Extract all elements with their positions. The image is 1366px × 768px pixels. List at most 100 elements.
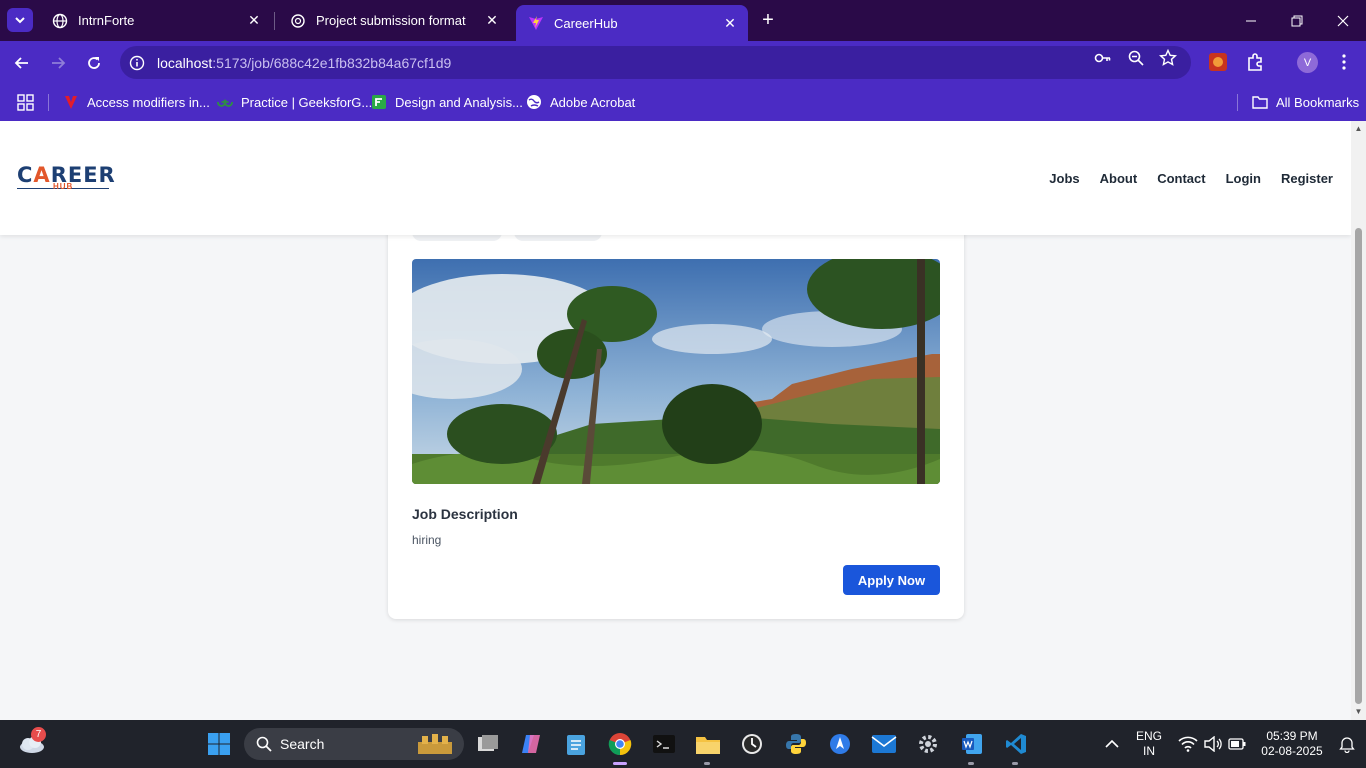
nav-register[interactable]: Register xyxy=(1281,171,1333,186)
windows-icon xyxy=(208,733,230,755)
more-vertical-icon[interactable] xyxy=(1333,51,1355,73)
bookmark-divider xyxy=(1237,94,1238,111)
copilot-icon xyxy=(522,735,540,753)
careerhub-logo[interactable]: CAREER HUB xyxy=(17,163,115,194)
search-icon xyxy=(256,736,272,752)
bookmark-label: Practice | GeeksforG... xyxy=(241,94,373,110)
logo-sub: HUB xyxy=(53,182,74,191)
chrome-icon xyxy=(608,733,632,756)
tab-careerhub[interactable]: CareerHub ✕ xyxy=(516,5,748,41)
site-info-icon[interactable] xyxy=(120,55,154,71)
arrow-left-icon xyxy=(14,57,28,69)
forward-button[interactable] xyxy=(43,48,73,78)
vscode-open-indicator xyxy=(1012,762,1018,765)
word-icon xyxy=(962,734,982,754)
bookmark-geeksforgeeks[interactable]: Practice | GeeksforG... xyxy=(217,92,372,112)
bookmark-adobe-acrobat[interactable]: Adobe Acrobat xyxy=(526,92,635,112)
app-store-app[interactable] xyxy=(824,728,856,760)
python-app[interactable] xyxy=(780,728,812,760)
show-hidden-icons-button[interactable] xyxy=(1096,728,1128,760)
notepad-app[interactable] xyxy=(560,728,592,760)
mail-app[interactable] xyxy=(868,728,900,760)
tab-title: CareerHub xyxy=(554,15,618,31)
site-header: CAREER HUB Jobs About Contact Login Regi… xyxy=(0,121,1351,235)
file-explorer-app[interactable] xyxy=(692,728,724,760)
tab-divider xyxy=(274,12,275,30)
globe-icon xyxy=(52,13,68,29)
clock-date-text: 02-08-2025 xyxy=(1261,744,1323,758)
apps-grid-icon[interactable] xyxy=(17,92,34,112)
password-key-icon[interactable] xyxy=(1094,49,1112,67)
url-host: localhost xyxy=(157,54,213,71)
all-bookmarks-button[interactable]: All Bookmarks xyxy=(1252,92,1359,112)
terminal-app[interactable] xyxy=(648,728,680,760)
address-bar[interactable]: localhost:5173/job/688c42e1fb832b84a67cf… xyxy=(120,46,1191,79)
minimize-button[interactable] xyxy=(1228,0,1274,41)
battery-icon xyxy=(1228,738,1246,750)
reload-button[interactable] xyxy=(79,48,109,78)
notification-badge: 7 xyxy=(31,727,46,742)
openai-icon xyxy=(290,13,306,29)
chevron-down-icon xyxy=(15,17,25,24)
start-button[interactable] xyxy=(203,728,235,760)
close-icon xyxy=(1337,15,1349,26)
bookmark-divider xyxy=(48,94,49,111)
gear-icon xyxy=(919,735,937,753)
profile-avatar[interactable]: V xyxy=(1297,52,1318,73)
bookmark-star-icon[interactable] xyxy=(1159,49,1177,67)
close-icon[interactable]: ✕ xyxy=(720,13,740,33)
copilot-app[interactable] xyxy=(516,728,548,760)
url-path: :5173/job/688c42e1fb832b84a67cf1d9 xyxy=(212,54,452,71)
apply-now-button[interactable]: Apply Now xyxy=(843,565,940,595)
nav-login[interactable]: Login xyxy=(1226,171,1261,186)
vscode-icon xyxy=(1006,734,1026,754)
word-app[interactable] xyxy=(956,728,988,760)
scroll-up-icon[interactable]: ▲ xyxy=(1354,124,1363,133)
tab-project-submission[interactable]: Project submission format ✕ xyxy=(278,0,510,41)
new-tab-button[interactable]: + xyxy=(756,8,780,32)
page-scrollbar[interactable]: ▲ ▼ xyxy=(1351,121,1366,720)
page-viewport: CAREER HUB Jobs About Contact Login Regi… xyxy=(0,121,1351,720)
bookmark-favicon-icon xyxy=(63,94,79,110)
nav-contact[interactable]: Contact xyxy=(1157,171,1205,186)
nav-about[interactable]: About xyxy=(1100,171,1138,186)
extensions-puzzle-icon[interactable] xyxy=(1244,51,1266,73)
taskbar-search[interactable]: Search xyxy=(244,728,464,760)
scroll-down-icon[interactable]: ▼ xyxy=(1354,707,1363,716)
job-image xyxy=(412,259,940,484)
back-button[interactable] xyxy=(7,48,37,78)
settings-app[interactable] xyxy=(912,728,944,760)
speaker-icon xyxy=(1204,736,1222,752)
lang-line2: IN xyxy=(1143,744,1155,758)
extension-logo-icon[interactable] xyxy=(1207,51,1229,73)
restore-button[interactable] xyxy=(1274,0,1320,41)
chrome-app[interactable] xyxy=(604,728,636,760)
task-view-icon xyxy=(478,735,498,751)
word-open-indicator xyxy=(968,762,974,765)
clock-app[interactable] xyxy=(736,728,768,760)
python-icon xyxy=(786,734,806,754)
quick-settings[interactable] xyxy=(1172,728,1252,760)
explorer-open-indicator xyxy=(704,762,710,765)
zoom-icon[interactable] xyxy=(1127,49,1145,67)
logo-letter-accent: A xyxy=(33,163,51,187)
vscode-app[interactable] xyxy=(1000,728,1032,760)
language-indicator[interactable]: ENG IN xyxy=(1132,729,1166,759)
castle-icon xyxy=(418,734,452,754)
scrollbar-thumb[interactable] xyxy=(1355,228,1362,704)
close-window-button[interactable] xyxy=(1320,0,1366,41)
notifications-button[interactable] xyxy=(1334,728,1360,760)
bookmark-label: Adobe Acrobat xyxy=(550,94,636,110)
clock-date[interactable]: 05:39 PM 02-08-2025 xyxy=(1256,729,1328,759)
tab-intrnforte[interactable]: IntrnForte ✕ xyxy=(40,0,272,41)
tab-search-button[interactable] xyxy=(7,8,33,32)
nav-jobs[interactable]: Jobs xyxy=(1049,171,1079,186)
bookmark-access-modifiers[interactable]: Access modifiers in... xyxy=(63,92,210,112)
close-icon[interactable]: ✕ xyxy=(244,11,264,31)
task-view-button[interactable] xyxy=(472,728,504,760)
globe-icon xyxy=(526,94,542,110)
tab-title: IntrnForte xyxy=(78,13,135,28)
close-icon[interactable]: ✕ xyxy=(482,11,502,31)
bookmark-design-analysis[interactable]: Design and Analysis... xyxy=(371,92,523,112)
url-text: localhost:5173/job/688c42e1fb832b84a67cf… xyxy=(157,55,451,71)
